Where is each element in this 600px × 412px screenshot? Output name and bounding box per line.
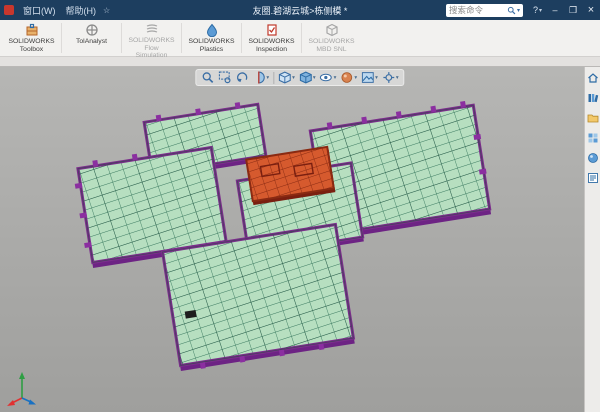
zoom-to-area-icon (218, 71, 231, 84)
section-view-caret-icon: ▾ (266, 75, 269, 81)
titlebar-right: ▾ ?▾ – ❐ × (446, 0, 600, 20)
addins-ribbon: SOLIDWORKS Toolbox TolAnalyst SOLIDWORKS… (0, 20, 600, 57)
ribbon-separator (121, 23, 122, 53)
view-palette-button[interactable] (586, 131, 600, 145)
title-bar: 窗口(W) 帮助(H) ☆ 友圈.碧湖云城>栋侧模 * ▾ ?▾ – ❐ × (0, 0, 600, 20)
view-orientation-caret-icon: ▾ (292, 75, 295, 81)
addin-label: SOLIDWORKS Inspection (248, 38, 294, 53)
solidworks-resources-button[interactable] (586, 71, 600, 85)
properties-list-icon (587, 172, 599, 184)
books-icon (587, 92, 599, 104)
solidworks-window: 窗口(W) 帮助(H) ☆ 友圈.碧湖云城>栋侧模 * ▾ ?▾ – ❐ × (0, 0, 600, 412)
flow-simulation-addin-icon (145, 22, 159, 36)
addin-mbd-button[interactable]: SOLIDWORKS MBD SNL (303, 20, 360, 56)
toolbox-addin-icon (25, 22, 39, 37)
help-caret-icon: ▾ (539, 7, 542, 14)
addin-inspection-button[interactable]: SOLIDWORKS Inspection (243, 20, 300, 56)
inspection-addin-icon (265, 22, 279, 37)
apply-scene-button[interactable]: ▾ (360, 71, 379, 84)
addin-label: SOLIDWORKS Toolbox (8, 38, 54, 53)
addin-tolanalyst-button[interactable]: TolAnalyst (63, 20, 120, 56)
custom-properties-button[interactable] (586, 171, 600, 185)
search-input[interactable] (449, 5, 507, 15)
view-settings-button[interactable]: ▾ (381, 71, 400, 84)
appearances-scenes-button[interactable] (586, 151, 600, 165)
help-button[interactable]: ?▾ (529, 5, 546, 15)
file-explorer-button[interactable] (586, 111, 600, 125)
maximize-button[interactable]: ❐ (564, 0, 582, 20)
model-block-bottom-wing[interactable] (162, 224, 355, 372)
search-dropdown-icon[interactable]: ▾ (517, 7, 520, 14)
hide-show-caret-icon: ▾ (334, 75, 337, 81)
menu-window[interactable]: 窗口(W) (18, 4, 61, 17)
design-library-button[interactable] (586, 91, 600, 105)
previous-view-button[interactable] (234, 71, 249, 84)
edit-appearance-caret-icon: ▾ (354, 75, 357, 81)
model-canvas[interactable] (0, 67, 600, 412)
addin-flow-simulation-button[interactable]: SOLIDWORKS Flow Simulation (123, 20, 180, 56)
display-style-caret-icon: ▾ (313, 75, 316, 81)
zoom-to-fit-button[interactable] (200, 71, 215, 84)
hide-show-items-button[interactable]: ▾ (319, 71, 338, 84)
apply-scene-caret-icon: ▾ (375, 75, 378, 81)
display-style-icon (299, 71, 312, 84)
home-icon (587, 72, 599, 84)
hide-show-items-icon (320, 71, 333, 84)
view-orientation-button[interactable]: ▾ (277, 71, 296, 84)
commandmanager-tabstrip[interactable] (0, 57, 600, 67)
ribbon-separator (241, 23, 242, 53)
addin-toolbox-button[interactable]: SOLIDWORKS Toolbox (3, 20, 60, 56)
edit-appearance-button[interactable]: ▾ (339, 71, 358, 84)
heads-up-toolbar: ▾ ▾ ▾ ▾ (195, 69, 404, 86)
zoom-to-fit-icon (201, 71, 214, 84)
app-icon (4, 5, 14, 15)
sphere-icon (587, 152, 599, 164)
search-icon (507, 6, 516, 15)
section-view-button[interactable]: ▾ (251, 71, 270, 84)
apply-scene-icon (361, 71, 374, 84)
section-view-icon (252, 71, 265, 84)
document-title: 友圈.碧湖云城>栋侧模 * (253, 4, 348, 17)
minimize-button[interactable]: – (546, 0, 564, 20)
reference-triad (6, 368, 50, 408)
graphics-viewport[interactable]: ▾ ▾ ▾ ▾ (0, 67, 600, 412)
headsup-separator (273, 72, 274, 84)
view-settings-icon (382, 71, 395, 84)
favorites-star-icon[interactable]: ☆ (103, 6, 110, 15)
display-style-button[interactable]: ▾ (298, 71, 317, 84)
task-pane (584, 67, 600, 412)
command-search[interactable]: ▾ (446, 4, 523, 17)
ribbon-separator (301, 23, 302, 53)
edit-appearance-icon (340, 71, 353, 84)
previous-view-icon (235, 71, 248, 84)
close-button[interactable]: × (582, 0, 600, 20)
addin-label: SOLIDWORKS MBD SNL (308, 38, 354, 53)
tolanalyst-addin-icon (85, 22, 99, 37)
addin-label: TolAnalyst (76, 38, 107, 46)
view-orientation-icon (278, 71, 291, 84)
menu-help[interactable]: 帮助(H) (61, 4, 102, 17)
addin-label: SOLIDWORKS Plastics (188, 38, 234, 53)
ribbon-separator (181, 23, 182, 53)
view-settings-caret-icon: ▾ (396, 75, 399, 81)
zoom-to-area-button[interactable] (217, 71, 232, 84)
addin-plastics-button[interactable]: SOLIDWORKS Plastics (183, 20, 240, 56)
palette-grid-icon (587, 132, 599, 144)
ribbon-separator (61, 23, 62, 53)
folder-icon (587, 112, 599, 124)
plastics-addin-icon (205, 22, 219, 37)
mbd-addin-icon (325, 22, 339, 37)
